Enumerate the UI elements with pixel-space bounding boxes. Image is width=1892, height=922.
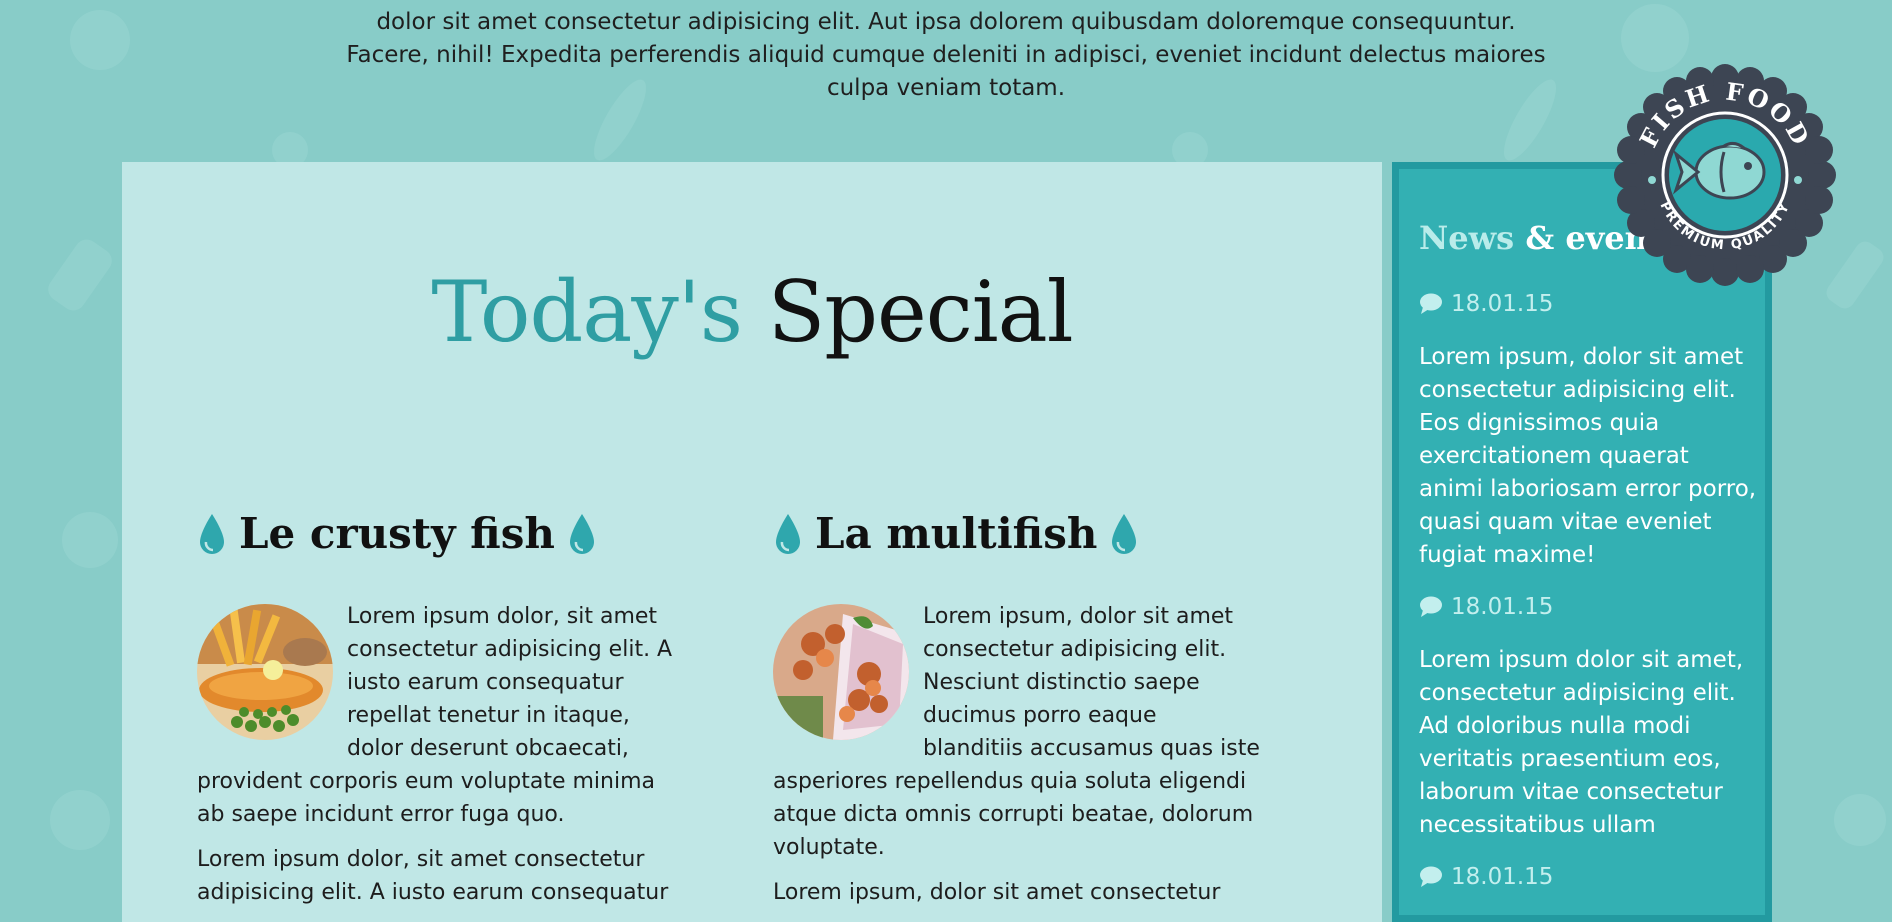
dish-card: Le crusty fish Lorem ipsum dolor, sit am… bbox=[197, 506, 687, 921]
water-drop-icon bbox=[569, 514, 594, 554]
dish-description: Lorem ipsum, dolor sit amet consectetur … bbox=[773, 600, 1263, 909]
speech-bubble-icon bbox=[1420, 866, 1442, 887]
water-drop-icon bbox=[200, 514, 224, 554]
news-text: Lorem ipsum, dolor sit amet consectetur … bbox=[1419, 344, 1757, 568]
dish-paragraph: Lorem ipsum dolor, sit amet consectetur … bbox=[197, 847, 669, 905]
speech-bubble-icon bbox=[1420, 293, 1442, 314]
dish-paragraph: Lorem ipsum, dolor sit amet consectetur bbox=[773, 880, 1221, 905]
water-drop-icon bbox=[1112, 514, 1137, 554]
intro-text: dolor sit amet consectetur adipisicing e… bbox=[340, 6, 1552, 105]
news-text: Lorem ipsum dolor sit amet, consectetur … bbox=[1419, 647, 1744, 838]
dish-title: Le crusty fish bbox=[197, 506, 687, 562]
water-drop-icon bbox=[776, 514, 800, 554]
seafood-wrap-image bbox=[773, 604, 909, 740]
title-accent: Today's bbox=[431, 263, 743, 361]
dish-name: Le crusty fish bbox=[239, 509, 555, 558]
page-title: Today's Special bbox=[122, 262, 1382, 362]
news-title-accent: News bbox=[1419, 219, 1515, 257]
speech-bubble-icon bbox=[1420, 596, 1442, 617]
news-date-text: 18.01.15 bbox=[1451, 594, 1554, 620]
dish-title: La multifish bbox=[773, 506, 1263, 562]
intro-line: dolor sit amet consectetur adipisicing e… bbox=[376, 9, 1516, 35]
news-list: 18.01.15 Lorem ipsum, dolor sit amet con… bbox=[1419, 289, 1759, 914]
title-main: Special bbox=[767, 263, 1074, 361]
dish-description: Lorem ipsum dolor, sit amet consectetur … bbox=[197, 600, 687, 909]
todays-special-section: Today's Special Le crusty fish Lorem ips… bbox=[122, 162, 1382, 922]
fish-food-badge: FISH FOOD PREMIUM QUALITY bbox=[1614, 64, 1836, 286]
dish-name: La multifish bbox=[815, 509, 1098, 558]
dish-card: La multifish Lorem ipsum, dolor sit amet… bbox=[773, 506, 1263, 921]
news-date: 18.01.15 bbox=[1419, 289, 1759, 319]
fish-and-chips-image bbox=[197, 604, 333, 740]
news-date-text: 18.01.15 bbox=[1451, 864, 1554, 890]
intro-line: Facere, nihil! Expedita perferendis aliq… bbox=[346, 42, 1546, 68]
news-date-text: 18.01.15 bbox=[1451, 291, 1554, 317]
news-date: 18.01.15 bbox=[1419, 592, 1759, 622]
news-date: 18.01.15 bbox=[1419, 862, 1759, 892]
intro-line: culpa veniam totam. bbox=[826, 75, 1066, 101]
